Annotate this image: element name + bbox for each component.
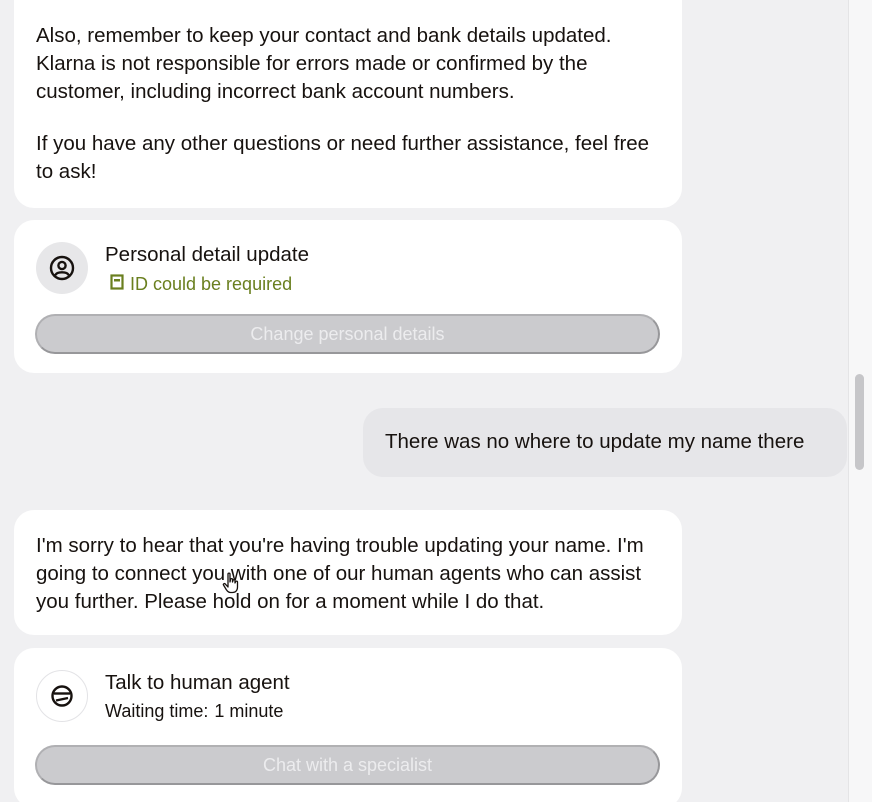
human-agent-card: Talk to human agent Waiting time: 1 minu… (14, 648, 682, 802)
personal-detail-card: Personal detail update ID could be requi… (14, 220, 682, 373)
user-circle-icon (36, 242, 88, 294)
waiting-time: Waiting time: 1 minute (105, 701, 283, 722)
message-text: Also, remember to keep your contact and … (36, 22, 660, 186)
chat-with-specialist-button[interactable]: Chat with a specialist (35, 745, 660, 785)
message-text: There was no where to update my name the… (385, 430, 805, 453)
assistant-message: I'm sorry to hear that you're having tro… (14, 510, 682, 635)
message-text: I'm sorry to hear that you're having tro… (36, 534, 644, 613)
agent-icon (36, 670, 88, 722)
card-title: Talk to human agent (105, 671, 290, 694)
id-required-note: ID could be required (110, 274, 292, 295)
assistant-message: Also, remember to keep your contact and … (14, 0, 682, 208)
hand-cursor-icon (222, 572, 240, 594)
change-personal-details-button[interactable]: Change personal details (35, 314, 660, 354)
scrollbar[interactable] (848, 0, 872, 802)
id-required-text: ID could be required (130, 274, 293, 294)
id-document-icon (110, 274, 124, 295)
scrollbar-thumb[interactable] (855, 374, 864, 470)
message-paragraph: If you have any other questions or need … (36, 132, 650, 183)
chat-thread: Also, remember to keep your contact and … (0, 0, 848, 802)
waiting-time-label: Waiting time: (105, 701, 209, 721)
card-title: Personal detail update (105, 243, 310, 266)
user-message: There was no where to update my name the… (363, 408, 847, 477)
message-paragraph: Also, remember to keep your contact and … (36, 24, 612, 103)
waiting-time-value: 1 minute (214, 701, 284, 721)
